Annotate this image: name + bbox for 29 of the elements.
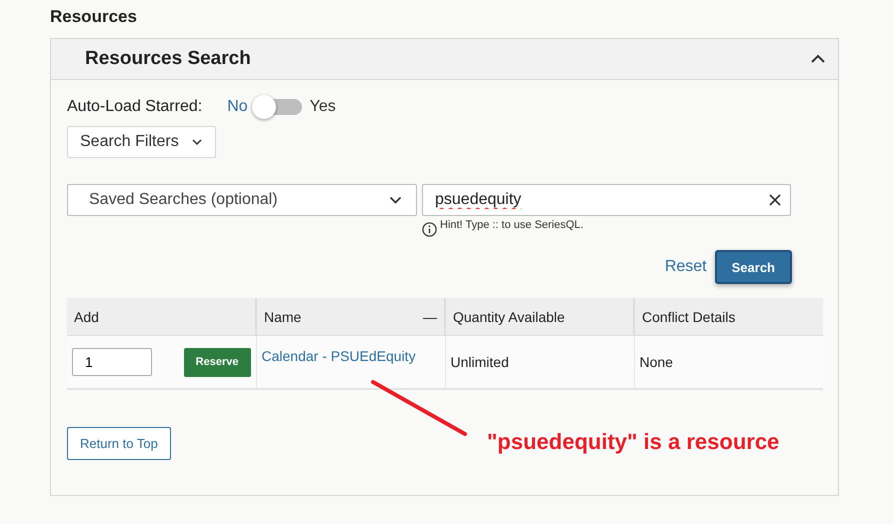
- chevron-down-icon: [389, 196, 402, 204]
- reserve-button[interactable]: Reserve: [184, 348, 250, 376]
- table-cell: Unlimited: [445, 336, 634, 389]
- chevron-down-icon: [190, 138, 203, 146]
- search-filters-dropdown[interactable]: Search Filters: [67, 126, 216, 158]
- annotation-text: "psuedequity" is a resource: [487, 429, 780, 455]
- search-field[interactable]: psuedequity: [422, 184, 791, 216]
- column-header: Add: [67, 298, 256, 336]
- search-button[interactable]: Search: [714, 250, 792, 284]
- section-heading: Resources: [50, 7, 138, 27]
- toggle-off-label: No: [227, 98, 248, 116]
- hint-text: Hint! Type :: to use SeriesQL.: [440, 219, 584, 231]
- resource-link[interactable]: Calendar - PSUEdEquity: [262, 348, 416, 364]
- panel-title: Resources Search: [85, 48, 251, 70]
- saved-searches-dropdown[interactable]: Saved Searches (optional): [67, 184, 417, 216]
- auto-load-toggle[interactable]: [252, 94, 302, 120]
- quantity-field[interactable]: 1: [72, 348, 152, 376]
- auto-load-label: Auto-Load Starred:: [67, 98, 202, 116]
- column-header: Quantity Available: [445, 298, 634, 336]
- reset-link[interactable]: Reset: [664, 258, 707, 276]
- info-icon: [422, 222, 437, 237]
- toggle-on-label: Yes: [310, 98, 336, 116]
- clear-icon[interactable]: [769, 194, 781, 206]
- column-label: Name: [264, 308, 302, 324]
- collapse-column-icon[interactable]: —: [423, 308, 437, 324]
- collapse-chevron-icon[interactable]: [810, 54, 826, 64]
- column-header: Conflict Details: [634, 298, 823, 336]
- return-to-top-button[interactable]: Return to Top: [67, 427, 171, 460]
- table-cell: None: [634, 336, 823, 389]
